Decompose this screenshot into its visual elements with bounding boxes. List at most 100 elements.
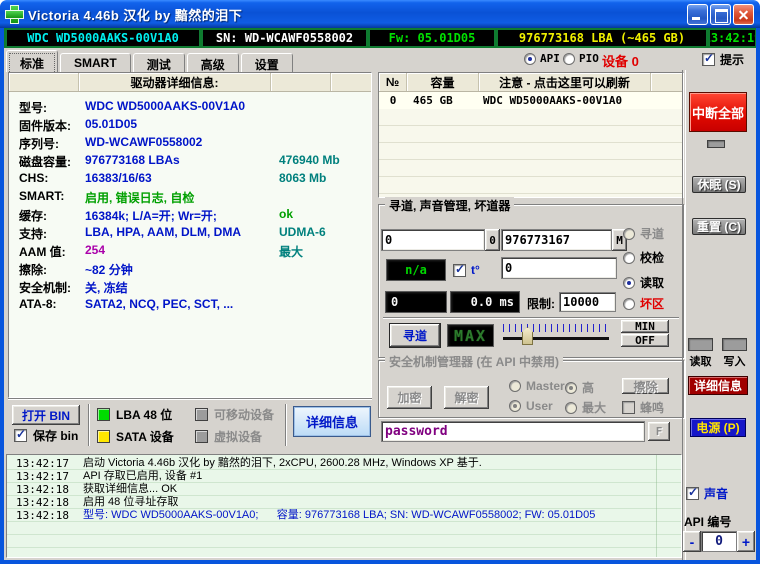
save-bin-checkbox[interactable]: 保存 bin	[14, 427, 78, 444]
end-lba-input[interactable]	[501, 229, 612, 251]
action-radio-circle[interactable]	[623, 252, 635, 264]
master-radio-circle[interactable]	[509, 380, 521, 392]
password-input[interactable]	[381, 421, 645, 442]
passport-sidebar-button[interactable]: 详细信息	[688, 376, 748, 395]
api-number-decrement-button[interactable]: -	[683, 531, 701, 552]
start-lba-zero-button[interactable]: 0	[485, 229, 500, 251]
power-button[interactable]: 电源 (P)	[690, 418, 746, 437]
hint-checkbox[interactable]: 提示	[702, 51, 744, 68]
action-radio-circle[interactable]	[623, 298, 635, 310]
bottom-left-bar: 打开 BIN 保存 bin LBA 48 位SATA 设备可移动设备虚拟设备 详…	[8, 398, 372, 452]
drive-list-header-cell[interactable]: 容量	[407, 73, 479, 91]
tab-设置[interactable]: 设置	[241, 53, 293, 72]
action-radio-校检[interactable]: 校检	[623, 249, 664, 266]
passport-button[interactable]: 详细信息	[293, 406, 371, 437]
drive-list-header-cell[interactable]	[651, 73, 683, 91]
minimize-button[interactable]	[687, 4, 708, 25]
detail-value: WD-WCAWF0558002	[85, 135, 202, 149]
tab-测试[interactable]: 测试	[133, 53, 185, 72]
detail-row: 安全机制:关, 冻结	[9, 279, 371, 297]
detail-value: ~82 分钟	[85, 261, 133, 278]
tab-高级[interactable]: 高级	[187, 53, 239, 72]
detail-row: 型号:WDC WD5000AAKS-00V1A0	[9, 99, 371, 117]
api-number-value: 0	[701, 531, 737, 552]
tab-SMART[interactable]: SMART	[60, 53, 131, 72]
seek-button[interactable]: 寻道	[390, 324, 440, 347]
drive-row[interactable]: 0465 GBWDC WD5000AAKS-00V1A0	[379, 92, 683, 109]
break-all-button[interactable]: 中断全部	[689, 92, 747, 132]
action-radio-circle[interactable]	[623, 228, 635, 240]
temperature-checkbox[interactable]: t°	[453, 263, 480, 277]
erase-button[interactable]: 擦除	[622, 378, 669, 394]
decrypt-button[interactable]: 解密	[444, 386, 489, 409]
log-time: 13:42:18	[16, 509, 69, 522]
api-number-increment-button[interactable]: +	[737, 531, 755, 552]
api-radio-circle[interactable]	[524, 53, 536, 65]
slider-ticks	[503, 324, 609, 332]
action-radio-坏区[interactable]: 坏区	[623, 295, 664, 312]
current-lba-input[interactable]	[501, 257, 617, 279]
max-radio-label: 最大	[582, 399, 606, 416]
drive-list-header-cell[interactable]: №	[379, 73, 407, 91]
start-lba-input[interactable]	[381, 229, 485, 251]
drive-list-header[interactable]: №容量注意 - 点击这里可以刷新	[379, 73, 683, 92]
close-button[interactable]	[733, 4, 754, 25]
limit-label: 限制:	[527, 295, 555, 312]
master-radio[interactable]: Master	[509, 379, 565, 393]
action-radio-寻道[interactable]: 寻道	[623, 225, 664, 242]
read-led	[688, 338, 713, 351]
device-number-label: 设备 0	[602, 51, 639, 70]
high-radio[interactable]: 高	[565, 379, 594, 396]
details-header-cell	[331, 73, 371, 91]
user-radio-circle[interactable]	[509, 400, 521, 412]
details-header-cell	[9, 73, 79, 91]
aam-off-button[interactable]: OFF	[621, 334, 669, 347]
infobar-segment-4: 13:42:19	[709, 29, 756, 47]
sidebar: 提示 中断全部 休眠 (S) 重置 (C) 读取 写入 详细信息 电源 (P) …	[682, 48, 756, 560]
maximize-button[interactable]	[710, 4, 731, 25]
detail-value: WDC WD5000AAKS-00V1A0	[85, 99, 245, 113]
drive-list-header-cell[interactable]: 注意 - 点击这里可以刷新	[479, 73, 651, 91]
action-radio-读取[interactable]: 读取	[623, 274, 664, 291]
beep-checkbox[interactable]: 蜂鸣	[622, 399, 664, 416]
log-line: 13:42:17启动 Victoria 4.46b 汉化 by 黯然的泪下, 2…	[7, 457, 681, 470]
encrypt-button[interactable]: 加密	[387, 386, 432, 409]
pio-radio-circle[interactable]	[563, 53, 575, 65]
detail-label: CHS:	[19, 171, 48, 185]
pio-mode-radio[interactable]: PIO	[563, 52, 599, 65]
hint-checkbox-box[interactable]	[702, 53, 715, 66]
user-radio[interactable]: User	[509, 399, 553, 413]
busy-led	[707, 140, 725, 148]
action-radio-circle[interactable]	[623, 277, 635, 289]
sound-checkbox-box[interactable]	[686, 487, 699, 500]
max-radio-circle[interactable]	[565, 402, 577, 414]
sound-checkbox[interactable]: 声音	[686, 485, 728, 502]
max-radio[interactable]: 最大	[565, 399, 606, 416]
log-message: 启用 48 位寻址存取	[83, 496, 178, 509]
limit-input[interactable]	[559, 292, 616, 312]
infobar-segment-2: Fw: 05.01D05	[369, 29, 495, 47]
legend-swatch	[195, 430, 208, 443]
save-bin-checkbox-box[interactable]	[14, 429, 27, 442]
tab-标准[interactable]: 标准	[6, 50, 58, 72]
drive-details-rows: 型号:WDC WD5000AAKS-00V1A0固件版本:05.01D05序列号…	[9, 92, 371, 315]
legend-label: SATA 设备	[116, 428, 174, 445]
aam-min-button[interactable]: MIN	[621, 320, 669, 333]
high-radio-circle[interactable]	[565, 382, 577, 394]
api-radio-label: API	[540, 52, 560, 65]
temperature-label: t°	[471, 263, 480, 277]
legend-item: SATA 设备	[97, 428, 174, 445]
temperature-checkbox-box[interactable]	[453, 264, 466, 277]
app-icon	[6, 6, 23, 23]
reset-button[interactable]: 重置 (C)	[692, 218, 746, 235]
open-bin-button[interactable]: 打开 BIN	[12, 405, 80, 425]
detail-value: 16383/16/63	[85, 171, 152, 185]
legend-item: 可移动设备	[195, 406, 274, 423]
aam-slider[interactable]	[503, 321, 609, 349]
beep-checkbox-box[interactable]	[622, 401, 635, 414]
sleep-button[interactable]: 休眠 (S)	[692, 176, 746, 193]
password-f-button[interactable]: F	[648, 422, 670, 441]
action-radio-label: 校检	[640, 249, 664, 266]
detail-row: ATA-8:SATA2, NCQ, PEC, SCT, ...	[9, 297, 371, 315]
api-mode-radio[interactable]: API	[524, 52, 560, 65]
